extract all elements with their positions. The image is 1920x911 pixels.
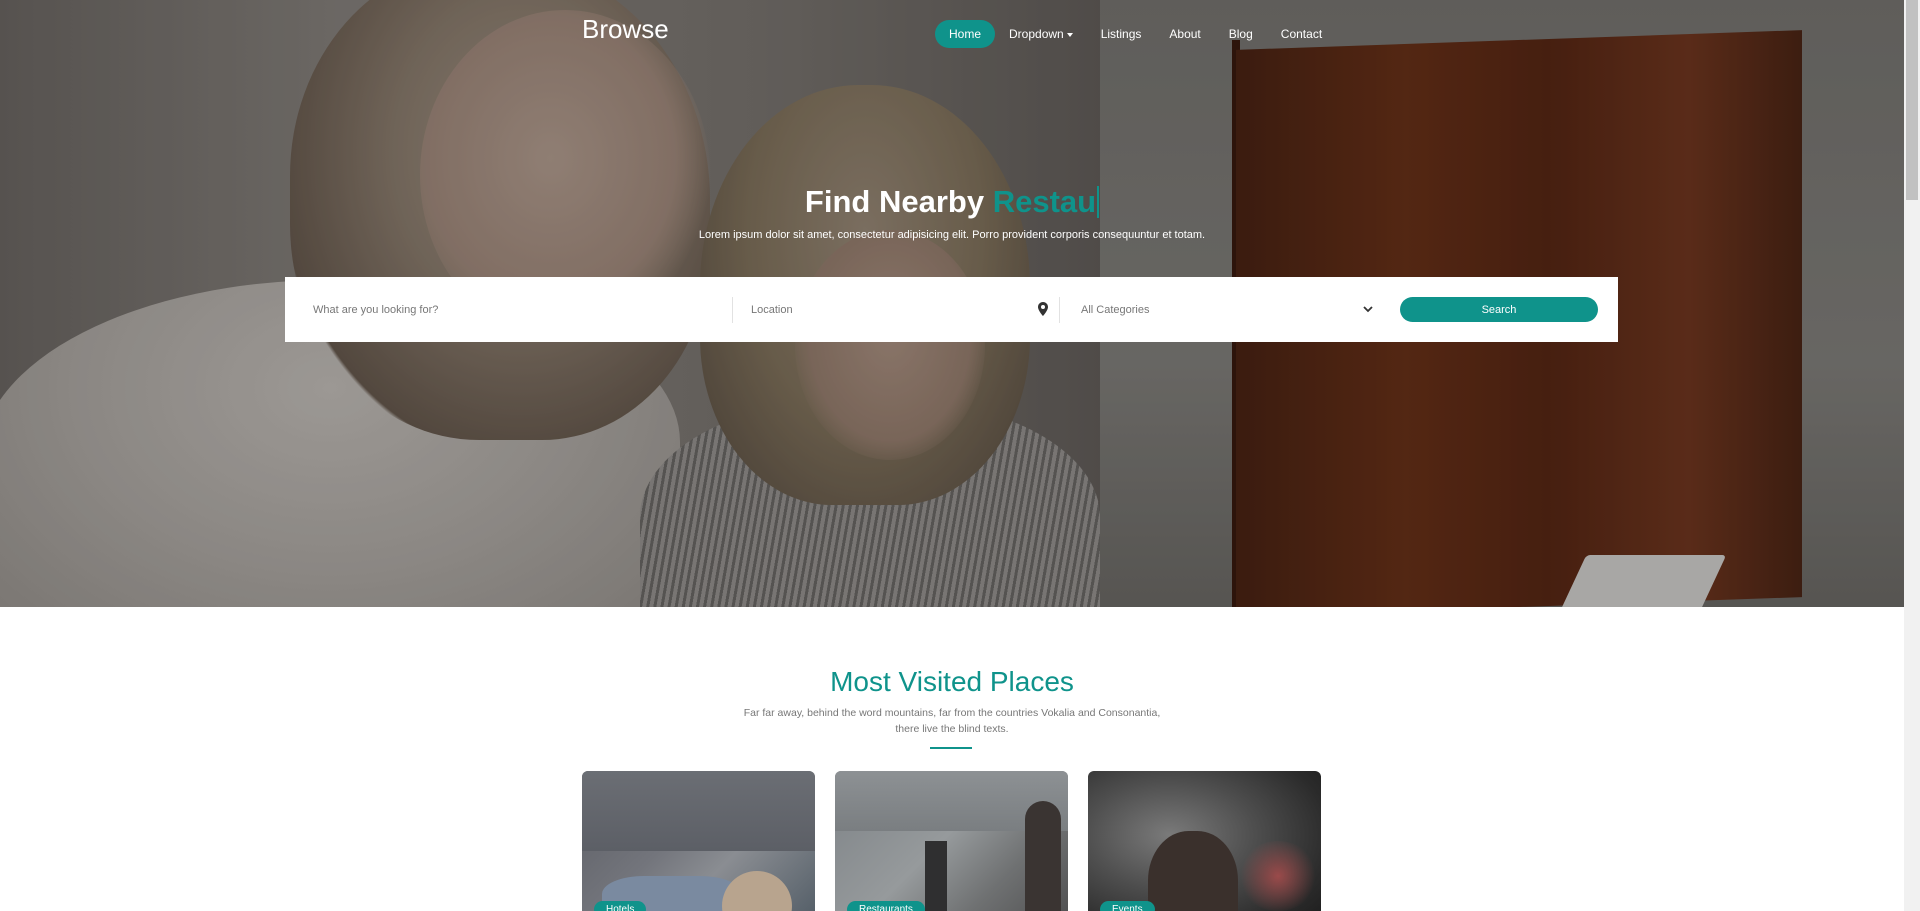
card-restaurants-person [925, 841, 947, 911]
keyword-field[interactable] [285, 296, 733, 323]
hero-title-typed: Restau [992, 184, 1097, 219]
section-divider [930, 747, 972, 749]
card-restaurants[interactable]: Restaurants [835, 771, 1068, 911]
nav-blog[interactable]: Blog [1215, 20, 1267, 48]
category-selected-value: All Categories [1081, 303, 1150, 316]
card-restaurants-chef [1025, 801, 1061, 911]
map-pin-icon [1038, 301, 1048, 316]
card-hotels-person [722, 871, 792, 911]
main-nav: Home Dropdown Listings About Blog Contac… [935, 20, 1336, 48]
hero-title: Find Nearby Restau [0, 184, 1904, 220]
section-title: Most Visited Places [830, 666, 1074, 697]
category-select[interactable]: All Categories [1060, 297, 1400, 323]
card-hotels-image-top [582, 771, 815, 851]
places-cards: Hotels Restaurants Events [582, 771, 1321, 911]
keyword-input[interactable] [313, 303, 649, 316]
nav-about[interactable]: About [1155, 20, 1214, 48]
card-restaurants-badge: Restaurants [847, 901, 925, 911]
nav-listings[interactable]: Listings [1087, 20, 1156, 48]
location-field[interactable] [733, 296, 1060, 323]
brand-logo[interactable]: Browse [582, 14, 669, 45]
typing-cursor [1097, 186, 1100, 218]
section-subtitle-line-1: Far far away, behind the word mountains,… [743, 707, 1161, 719]
chevron-down-icon [1363, 305, 1373, 312]
section-subtitle-line-2: there live the blind texts. [895, 723, 1009, 735]
scrollbar-thumb[interactable] [1906, 0, 1918, 200]
hero-title-prefix: Find Nearby [804, 184, 985, 219]
search-button[interactable]: Search [1400, 297, 1598, 322]
card-events[interactable]: Events [1088, 771, 1321, 911]
card-hotels[interactable]: Hotels [582, 771, 815, 911]
caret-down-icon [1066, 32, 1073, 37]
card-events-smoke [1238, 841, 1318, 911]
card-events-badge: Events [1100, 901, 1155, 911]
card-hotels-badge: Hotels [594, 901, 647, 911]
nav-dropdown-label: Dropdown [1009, 27, 1064, 41]
nav-dropdown[interactable]: Dropdown [995, 20, 1087, 48]
nav-contact[interactable]: Contact [1267, 20, 1336, 48]
hero-subtitle: Lorem ipsum dolor sit amet, consectetur … [698, 229, 1206, 241]
nav-home[interactable]: Home [935, 20, 996, 48]
search-form: All Categories Search [285, 277, 1618, 342]
card-events-performer [1148, 831, 1238, 911]
section-subtitle: Far far away, behind the word mountains,… [0, 705, 1904, 737]
location-input[interactable] [751, 303, 998, 316]
